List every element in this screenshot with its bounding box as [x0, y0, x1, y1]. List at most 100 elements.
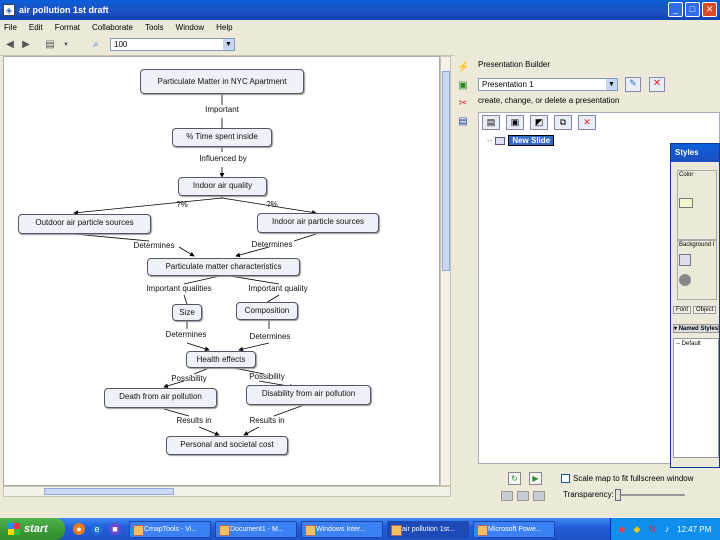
named-styles-list[interactable]: -- Default — [673, 338, 719, 458]
app-icon: ◈ — [3, 4, 15, 16]
capture-slide-icon[interactable]: ▣ — [506, 115, 524, 130]
firefox-icon[interactable]: ● — [73, 523, 85, 535]
link-label[interactable]: ?% — [262, 200, 282, 209]
start-label: start — [24, 523, 48, 535]
dropdown-arrow-icon[interactable]: ▼ — [60, 39, 72, 51]
taskbar-item[interactable]: Microsoft Powe... — [473, 520, 555, 538]
chevron-down-icon[interactable]: ▼ — [606, 79, 617, 90]
collapse-icon[interactable]: ▾ — [674, 326, 677, 332]
tab-font[interactable]: Font — [673, 306, 692, 314]
styles-tabs: Font Object — [673, 306, 717, 314]
concept-node[interactable]: Indoor air particle sources — [257, 213, 379, 233]
prev-slide-button[interactable] — [501, 491, 513, 501]
maximize-button[interactable]: □ — [685, 2, 700, 17]
background-image-icon[interactable] — [679, 254, 691, 266]
taskbar-item-active[interactable]: air pollution 1st... — [387, 520, 469, 538]
scrollbar-thumb[interactable] — [442, 71, 450, 271]
background-group: Background I — [677, 240, 717, 300]
link-label[interactable]: Determines — [242, 240, 302, 249]
tab-object[interactable]: Object — [693, 306, 717, 314]
menu-edit[interactable]: Edit — [29, 23, 43, 32]
image-slide-icon[interactable]: ◩ — [530, 115, 548, 130]
menu-file[interactable]: File — [4, 23, 17, 32]
link-label[interactable]: Results in — [169, 416, 219, 425]
concept-map-canvas[interactable]: Particulate Matter in NYC Apartment Impo… — [3, 56, 440, 486]
link-label[interactable]: Possibility — [164, 374, 214, 383]
forward-arrow-icon[interactable]: ▶ — [20, 39, 32, 51]
stop-button[interactable] — [517, 491, 529, 501]
play-icon[interactable]: ▶ — [529, 472, 542, 485]
styles-window: Styles Color Background I Font Object ▾ … — [670, 143, 720, 468]
presentation-icon[interactable]: ⚡ — [457, 62, 469, 74]
chevron-down-icon[interactable]: ▼ — [223, 39, 234, 50]
concept-node[interactable]: Death from air pollution — [104, 388, 217, 408]
refresh-icon[interactable]: ↻ — [508, 472, 521, 485]
taskbar-item[interactable]: CmapTools - Vi... — [129, 520, 211, 538]
link-label[interactable]: Possibility — [242, 372, 292, 381]
concept-node[interactable]: % Time spent inside — [172, 128, 272, 147]
delete-presentation-icon[interactable]: ✕ — [649, 77, 665, 92]
concept-node[interactable]: Composition — [236, 302, 298, 320]
background-color-icon[interactable] — [679, 274, 691, 286]
menu-window[interactable]: Window — [176, 23, 204, 32]
slider-knob[interactable] — [615, 489, 621, 501]
color-group: Color — [677, 170, 717, 240]
link-label[interactable]: Results in — [242, 416, 292, 425]
menu-bar: File Edit Format Collaborate Tools Windo… — [0, 20, 720, 34]
taskbar-item[interactable]: Document1 - M... — [215, 520, 297, 538]
slide-tree-item[interactable]: -- New Slide — [487, 135, 555, 146]
named-styles-header[interactable]: ▾ Named Styles — [673, 324, 719, 333]
canvas-vertical-scrollbar[interactable] — [440, 56, 451, 486]
minimize-button[interactable]: _ — [668, 2, 683, 17]
delete-slide-icon[interactable]: ✕ — [578, 115, 596, 130]
concept-node[interactable]: Particulate Matter in NYC Apartment — [140, 69, 304, 94]
link-label[interactable]: Determines — [124, 241, 184, 250]
scale-checkbox[interactable] — [561, 474, 570, 483]
link-label[interactable]: Important qualities — [134, 284, 224, 293]
volume-icon[interactable]: ♪ — [662, 524, 672, 534]
concept-node[interactable]: Particulate matter characteristics — [147, 258, 300, 276]
concept-node[interactable]: Indoor air quality — [178, 177, 267, 196]
menu-tools[interactable]: Tools — [145, 23, 164, 32]
scale-label: Scale map to fit fullscreen window — [573, 474, 694, 483]
tools-icon[interactable]: ✂ — [457, 98, 469, 110]
link-label[interactable]: ?% — [172, 200, 192, 209]
slide-name[interactable]: New Slide — [508, 135, 555, 146]
concept-node[interactable]: Personal and societal cost — [166, 436, 288, 455]
properties-icon[interactable]: ▤ — [457, 116, 469, 128]
link-label[interactable]: Important quality — [236, 284, 320, 293]
link-label[interactable]: Influenced by — [189, 154, 257, 163]
browser-icon[interactable]: e — [91, 523, 103, 535]
canvas-horizontal-scrollbar[interactable] — [3, 486, 451, 497]
tray-icon[interactable]: N — [647, 524, 657, 534]
scrollbar-thumb[interactable] — [44, 488, 174, 495]
tray-icon[interactable]: ◆ — [632, 524, 642, 534]
color-picker[interactable] — [679, 198, 693, 208]
menu-collaborate[interactable]: Collaborate — [92, 23, 133, 32]
start-button[interactable]: start — [0, 518, 65, 540]
presentation-select[interactable]: Presentation 1 ▼ — [478, 78, 618, 91]
link-label[interactable]: Important — [194, 105, 250, 114]
concept-node[interactable]: Outdoor air particle sources — [18, 214, 151, 234]
menu-help[interactable]: Help — [216, 23, 232, 32]
edit-presentation-icon[interactable]: ✎ — [625, 77, 641, 92]
copy-slide-icon[interactable]: ⧉ — [554, 115, 572, 130]
list-icon[interactable]: ▣ — [457, 80, 469, 92]
zoom-select[interactable]: 100 ▼ — [110, 38, 235, 51]
transparency-slider[interactable] — [615, 489, 685, 501]
desktop-icon[interactable]: ■ — [109, 523, 121, 535]
back-arrow-icon[interactable]: ◀ — [4, 39, 16, 51]
link-label[interactable]: Determines — [240, 332, 300, 341]
taskbar-item[interactable]: Windows Inter... — [301, 520, 383, 538]
concept-node[interactable]: Disability from air pollution — [246, 385, 371, 405]
concept-node[interactable]: Size — [172, 304, 202, 321]
layout-icon[interactable]: ▤ — [44, 39, 56, 51]
tray-icon[interactable]: ◆ — [617, 524, 627, 534]
concept-node[interactable]: Health effects — [186, 351, 256, 368]
menu-format[interactable]: Format — [55, 23, 80, 32]
new-slide-icon[interactable]: ▤ — [482, 115, 500, 130]
close-button[interactable]: ✕ — [702, 2, 717, 17]
named-style-item[interactable]: -- Default — [676, 341, 701, 347]
next-slide-button[interactable] — [533, 491, 545, 501]
link-label[interactable]: Determines — [156, 330, 216, 339]
